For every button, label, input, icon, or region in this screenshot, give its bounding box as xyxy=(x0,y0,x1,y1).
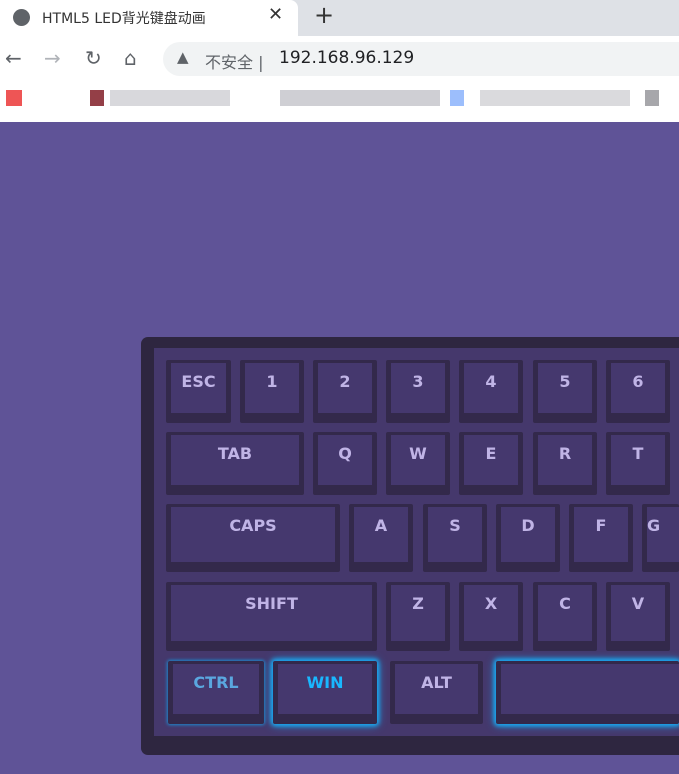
key-2[interactable]: 2 xyxy=(313,360,377,423)
key-1[interactable]: 1 xyxy=(240,360,304,423)
close-tab-icon[interactable]: ✕ xyxy=(268,4,283,25)
key-caps[interactable]: CAPS xyxy=(166,504,340,572)
key-ctrl[interactable]: CTRL xyxy=(168,661,264,724)
bookmark-item[interactable] xyxy=(110,90,230,106)
key-tab[interactable]: TAB xyxy=(166,432,304,495)
browser-tab[interactable]: HTML5 LED背光键盘动画 ✕ xyxy=(0,0,298,36)
key-e[interactable]: E xyxy=(459,432,523,495)
key-f[interactable]: F xyxy=(569,504,633,572)
key-esc[interactable]: ESC xyxy=(166,360,231,423)
key-label: CTRL xyxy=(193,673,239,692)
key-label: Z xyxy=(412,594,424,613)
key-label: C xyxy=(559,594,571,613)
key-label: R xyxy=(558,444,572,463)
key-x[interactable]: X xyxy=(459,582,523,651)
bookmarks-bar xyxy=(0,84,679,122)
bookmark-item[interactable] xyxy=(280,90,440,106)
key-s[interactable]: S xyxy=(423,504,487,572)
key-label: 5 xyxy=(559,372,571,391)
key-g[interactable]: G xyxy=(642,504,679,572)
url-text[interactable]: 192.168.96.129 xyxy=(279,48,414,68)
key-label: 4 xyxy=(485,372,497,391)
forward-icon[interactable]: → xyxy=(44,46,61,70)
key-t[interactable]: T xyxy=(606,432,670,495)
key-label: F xyxy=(595,516,607,535)
key-label: D xyxy=(521,516,535,535)
bookmark-icon[interactable] xyxy=(450,90,464,106)
warning-icon[interactable]: ▲ xyxy=(177,48,189,66)
key-shift[interactable]: SHIFT xyxy=(166,582,377,651)
key-label: E xyxy=(485,444,497,463)
key-label: S xyxy=(449,516,461,535)
key-5[interactable]: 5 xyxy=(533,360,597,423)
bookmark-icon[interactable] xyxy=(645,90,659,106)
address-bar[interactable]: ▲ 不安全 | 192.168.96.129 xyxy=(163,42,679,76)
tab-title: HTML5 LED背光键盘动画 xyxy=(42,11,206,27)
bookmark-icon[interactable] xyxy=(90,90,104,106)
key-c[interactable]: C xyxy=(533,582,597,651)
key-q[interactable]: Q xyxy=(313,432,377,495)
new-tab-button[interactable]: + xyxy=(314,1,334,29)
key-w[interactable]: W xyxy=(386,432,450,495)
key-v[interactable]: V xyxy=(606,582,670,651)
key-label: CAPS xyxy=(229,516,277,535)
key-a[interactable]: A xyxy=(349,504,413,572)
key-label: Q xyxy=(338,444,352,463)
reload-icon[interactable]: ↻ xyxy=(85,46,102,70)
security-label[interactable]: 不安全 | xyxy=(205,49,263,73)
key-label: T xyxy=(632,444,644,463)
key-z[interactable]: Z xyxy=(386,582,450,651)
key-label: 1 xyxy=(266,372,278,391)
key-space[interactable] xyxy=(496,661,679,724)
home-icon[interactable]: ⌂ xyxy=(124,46,137,70)
key-label: A xyxy=(374,516,388,535)
key-win[interactable]: WIN xyxy=(273,661,377,724)
key-d[interactable]: D xyxy=(496,504,560,572)
apps-icon[interactable] xyxy=(6,90,22,106)
key-label: W xyxy=(409,444,427,463)
back-icon[interactable]: ← xyxy=(5,46,22,70)
globe-icon xyxy=(13,9,30,26)
key-label: ESC xyxy=(181,372,216,391)
key-6[interactable]: 6 xyxy=(606,360,670,423)
key-alt[interactable]: ALT xyxy=(390,661,483,724)
key-label: G xyxy=(647,516,661,535)
key-3[interactable]: 3 xyxy=(386,360,450,423)
browser-toolbar: ← → ↻ ⌂ ▲ 不安全 | 192.168.96.129 xyxy=(0,36,679,84)
key-label: X xyxy=(484,594,498,613)
key-label: 6 xyxy=(632,372,644,391)
key-label: V xyxy=(631,594,645,613)
key-label: SHIFT xyxy=(245,594,298,613)
key-r[interactable]: R xyxy=(533,432,597,495)
key-4[interactable]: 4 xyxy=(459,360,523,423)
key-label: 2 xyxy=(339,372,351,391)
key-label: TAB xyxy=(217,444,253,463)
key-label: 3 xyxy=(412,372,424,391)
tab-strip: HTML5 LED背光键盘动画 ✕ + xyxy=(0,0,679,36)
bookmark-item[interactable] xyxy=(480,90,630,106)
key-label: ALT xyxy=(421,673,452,692)
key-label: WIN xyxy=(306,673,344,692)
